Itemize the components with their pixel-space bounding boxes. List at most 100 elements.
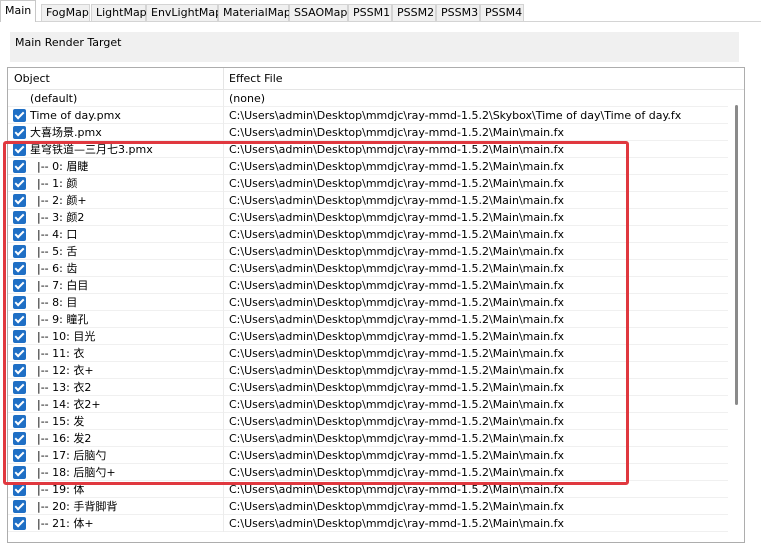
effect-file-cell: C:\Users\admin\Desktop\mmdjc\ray-mmd-1.5… bbox=[229, 500, 565, 513]
object-cell: |-- 9: 瞳孔 bbox=[8, 311, 223, 328]
object-effect-list[interactable]: Object Effect File (default) (none) Time o… bbox=[7, 67, 745, 543]
table-row[interactable]: |-- 16: 发2 C:\Users\admin\Desktop\mmdjc\r… bbox=[8, 430, 728, 447]
table-row[interactable]: |-- 10: 目光 C:\Users\admin\Desktop\mmdjc\r… bbox=[8, 328, 728, 345]
table-row[interactable]: |-- 4: 口 C:\Users\admin\Desktop\mmdjc\ray… bbox=[8, 226, 728, 243]
object-cell: |-- 16: 发2 bbox=[8, 430, 223, 447]
table-row[interactable]: |-- 3: 颜2 C:\Users\admin\Desktop\mmdjc\ra… bbox=[8, 209, 728, 226]
row-checkbox[interactable] bbox=[13, 381, 26, 394]
object-cell: |-- 12: 衣+ bbox=[8, 362, 223, 379]
table-row[interactable]: |-- 9: 瞳孔 C:\Users\admin\Desktop\mmdjc\ra… bbox=[8, 311, 728, 328]
tab-envlightmap[interactable]: EnvLightMap bbox=[146, 4, 222, 21]
table-row[interactable]: |-- 19: 体 C:\Users\admin\Desktop\mmdjc\ra… bbox=[8, 481, 728, 498]
row-checkbox[interactable] bbox=[13, 364, 26, 377]
table-row[interactable]: |-- 20: 手背脚背 C:\Users\admin\Desktop\mmdjc… bbox=[8, 498, 728, 515]
tab-pssm2[interactable]: PSSM2 bbox=[392, 4, 436, 21]
effect-file-cell: C:\Users\admin\Desktop\mmdjc\ray-mmd-1.5… bbox=[229, 160, 565, 173]
row-checkbox[interactable] bbox=[13, 466, 26, 479]
table-row[interactable]: 大喜场景.pmx C:\Users\admin\Desktop\mmdjc\ray… bbox=[8, 124, 728, 141]
object-name: |-- 21: 体+ bbox=[30, 517, 94, 530]
table-row[interactable]: |-- 14: 衣2+ C:\Users\admin\Desktop\mmdjc\… bbox=[8, 396, 728, 413]
row-checkbox[interactable] bbox=[13, 517, 26, 530]
row-checkbox[interactable] bbox=[13, 211, 26, 224]
object-name: |-- 12: 衣+ bbox=[30, 364, 94, 377]
row-checkbox[interactable] bbox=[13, 330, 26, 343]
effect-file-cell: C:\Users\admin\Desktop\mmdjc\ray-mmd-1.5… bbox=[229, 109, 682, 122]
row-checkbox[interactable] bbox=[13, 143, 26, 156]
object-cell: |-- 7: 白目 bbox=[8, 277, 223, 294]
object-name: Time of day.pmx bbox=[30, 109, 121, 122]
object-cell: |-- 3: 颜2 bbox=[8, 209, 223, 226]
row-checkbox[interactable] bbox=[13, 194, 26, 207]
tab-ssaomap[interactable]: SSAOMap bbox=[289, 4, 348, 21]
row-checkbox[interactable] bbox=[13, 398, 26, 411]
table-row[interactable]: |-- 7: 白目 C:\Users\admin\Desktop\mmdjc\ra… bbox=[8, 277, 728, 294]
table-row[interactable]: |-- 12: 衣+ C:\Users\admin\Desktop\mmdjc\r… bbox=[8, 362, 728, 379]
object-cell: |-- 13: 衣2 bbox=[8, 379, 223, 396]
table-row[interactable]: (default) (none) bbox=[8, 90, 728, 107]
row-checkbox[interactable] bbox=[13, 245, 26, 258]
list-header: Object Effect File bbox=[8, 68, 744, 90]
table-row[interactable]: |-- 1: 颜 C:\Users\admin\Desktop\mmdjc\ray… bbox=[8, 175, 728, 192]
tab-materialmap[interactable]: MaterialMap bbox=[218, 4, 291, 21]
row-checkbox[interactable] bbox=[13, 160, 26, 173]
effect-file-cell: C:\Users\admin\Desktop\mmdjc\ray-mmd-1.5… bbox=[229, 517, 565, 530]
tab-pssm3[interactable]: PSSM3 bbox=[436, 4, 480, 21]
tab-bar: Main FogMap LightMap EnvLightMap Materia… bbox=[0, 0, 761, 22]
table-row[interactable]: |-- 17: 后脑勺 C:\Users\admin\Desktop\mmdjc\… bbox=[8, 447, 728, 464]
row-checkbox[interactable] bbox=[13, 279, 26, 292]
row-checkbox[interactable] bbox=[13, 109, 26, 122]
object-name: |-- 17: 后脑勺 bbox=[30, 449, 107, 462]
tab-lightmap[interactable]: LightMap bbox=[91, 4, 147, 21]
object-cell: |-- 8: 目 bbox=[8, 294, 223, 311]
row-checkbox[interactable] bbox=[13, 262, 26, 275]
effect-file-cell: C:\Users\admin\Desktop\mmdjc\ray-mmd-1.5… bbox=[229, 398, 565, 411]
vertical-scrollbar[interactable] bbox=[728, 90, 744, 542]
row-checkbox[interactable] bbox=[13, 500, 26, 513]
tab-fogmap[interactable]: FogMap bbox=[41, 4, 90, 21]
object-cell: |-- 11: 衣 bbox=[8, 345, 223, 362]
row-checkbox[interactable] bbox=[13, 415, 26, 428]
object-cell: (default) bbox=[8, 90, 223, 107]
row-checkbox[interactable] bbox=[13, 228, 26, 241]
tab-pssm4[interactable]: PSSM4 bbox=[480, 4, 524, 21]
table-row[interactable]: |-- 5: 舌 C:\Users\admin\Desktop\mmdjc\ray… bbox=[8, 243, 728, 260]
table-row[interactable]: |-- 8: 目 C:\Users\admin\Desktop\mmdjc\ray… bbox=[8, 294, 728, 311]
row-checkbox[interactable] bbox=[13, 347, 26, 360]
object-name: |-- 7: 白目 bbox=[30, 279, 89, 292]
group-label: Main Render Target bbox=[15, 36, 122, 49]
effect-file-cell: C:\Users\admin\Desktop\mmdjc\ray-mmd-1.5… bbox=[229, 177, 565, 190]
object-cell: |-- 4: 口 bbox=[8, 226, 223, 243]
scrollbar-thumb[interactable] bbox=[735, 105, 738, 405]
table-row[interactable]: |-- 0: 眉睫 C:\Users\admin\Desktop\mmdjc\ra… bbox=[8, 158, 728, 175]
column-header-object[interactable]: Object bbox=[8, 68, 223, 90]
table-row[interactable]: Time of day.pmx C:\Users\admin\Desktop\mm… bbox=[8, 107, 728, 124]
object-cell: |-- 17: 后脑勺 bbox=[8, 447, 223, 464]
table-row[interactable]: 星穹铁道—三月七3.pmx C:\Users\admin\Desktop\mmdj… bbox=[8, 141, 728, 158]
tab-pssm1[interactable]: PSSM1 bbox=[348, 4, 392, 21]
table-row[interactable]: |-- 15: 发 C:\Users\admin\Desktop\mmdjc\ra… bbox=[8, 413, 728, 430]
row-checkbox[interactable] bbox=[13, 126, 26, 139]
column-header-effect-file[interactable]: Effect File bbox=[223, 68, 728, 90]
row-checkbox[interactable] bbox=[13, 449, 26, 462]
row-checkbox[interactable] bbox=[13, 313, 26, 326]
effect-file-cell: C:\Users\admin\Desktop\mmdjc\ray-mmd-1.5… bbox=[229, 415, 565, 428]
render-target-group: Main Render Target bbox=[10, 32, 739, 62]
object-name: |-- 14: 衣2+ bbox=[30, 398, 101, 411]
tab-main[interactable]: Main bbox=[0, 0, 36, 22]
effect-file-cell: C:\Users\admin\Desktop\mmdjc\ray-mmd-1.5… bbox=[229, 449, 565, 462]
table-row[interactable]: |-- 2: 颜+ C:\Users\admin\Desktop\mmdjc\ra… bbox=[8, 192, 728, 209]
table-row[interactable]: |-- 11: 衣 C:\Users\admin\Desktop\mmdjc\ra… bbox=[8, 345, 728, 362]
effect-file-cell: C:\Users\admin\Desktop\mmdjc\ray-mmd-1.5… bbox=[229, 483, 565, 496]
row-checkbox[interactable] bbox=[13, 483, 26, 496]
object-cell: |-- 0: 眉睫 bbox=[8, 158, 223, 175]
table-row[interactable]: |-- 21: 体+ C:\Users\admin\Desktop\mmdjc\r… bbox=[8, 515, 728, 532]
row-checkbox[interactable] bbox=[13, 296, 26, 309]
row-checkbox[interactable] bbox=[13, 432, 26, 445]
tab-underline bbox=[0, 21, 761, 22]
table-row[interactable]: |-- 13: 衣2 C:\Users\admin\Desktop\mmdjc\r… bbox=[8, 379, 728, 396]
table-row[interactable]: |-- 18: 后脑勺+ C:\Users\admin\Desktop\mmdjc… bbox=[8, 464, 728, 481]
effect-file-cell: C:\Users\admin\Desktop\mmdjc\ray-mmd-1.5… bbox=[229, 194, 565, 207]
object-name: |-- 18: 后脑勺+ bbox=[30, 466, 116, 479]
row-checkbox[interactable] bbox=[13, 177, 26, 190]
table-row[interactable]: |-- 6: 齿 C:\Users\admin\Desktop\mmdjc\ray… bbox=[8, 260, 728, 277]
